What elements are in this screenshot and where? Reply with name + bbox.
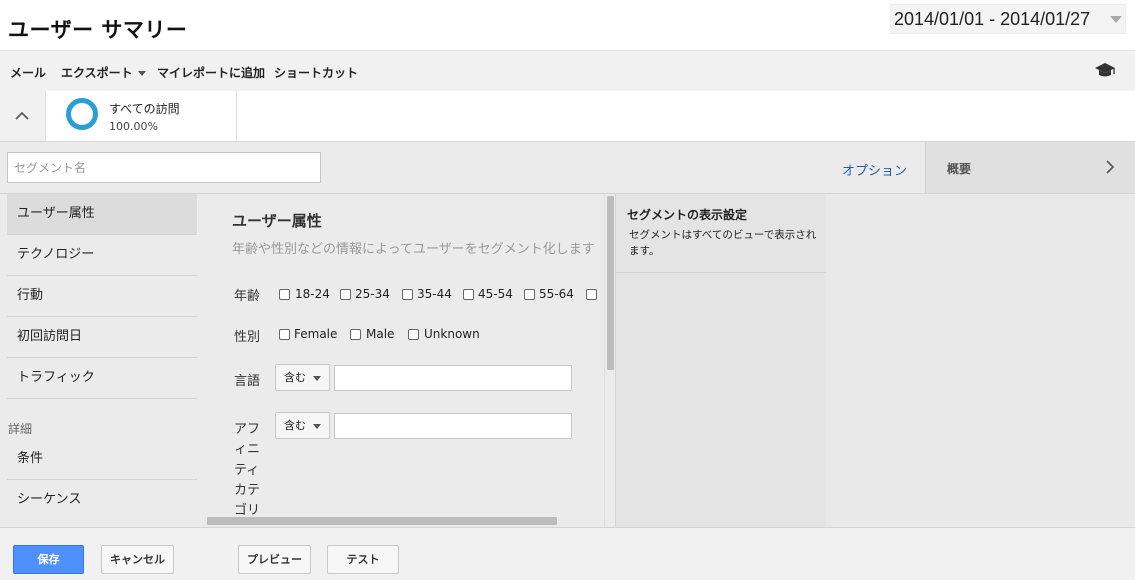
nav-item-behavior[interactable]: 行動 [7, 276, 197, 317]
language-match-select[interactable]: 含む [275, 364, 330, 391]
age-option-label: 55-64 [539, 287, 574, 301]
preview-button[interactable]: プレビュー [238, 545, 311, 574]
segment-donut-icon [66, 98, 98, 130]
affinity-label-line: アフ [234, 422, 261, 437]
horizontal-scrollbar[interactable] [207, 517, 557, 525]
affinity-label-line: ィニ [234, 442, 261, 457]
cancel-button[interactable]: キャンセル [101, 545, 174, 574]
age-label: 年齢 [234, 289, 261, 304]
gender-checkbox-male[interactable] [350, 329, 361, 340]
segment-name-row: オプション 概要 [0, 142, 1135, 194]
age-option-label: 45-54 [478, 287, 513, 301]
date-range-text: 2014/01/01 - 2014/01/27 [894, 9, 1091, 29]
chevron-down-icon [1110, 16, 1122, 23]
nav-item-first-visit-date[interactable]: 初回訪問日 [7, 317, 197, 358]
nav-item-demographics[interactable]: ユーザー属性 [7, 194, 197, 235]
chevron-down-icon [313, 376, 321, 381]
age-checkbox-65-plus[interactable] [586, 289, 597, 300]
graduation-cap-icon[interactable] [1094, 61, 1116, 79]
gender-checkbox-unknown[interactable] [408, 329, 419, 340]
shortcut-button[interactable]: ショートカット [274, 64, 358, 81]
nav-section-advanced: 詳細 [8, 422, 33, 436]
add-to-dashboard-button[interactable]: マイレポートに追加 [157, 64, 265, 81]
age-checkbox-35-44[interactable] [402, 289, 413, 300]
age-checkbox-45-54[interactable] [463, 289, 474, 300]
chevron-up-icon [15, 111, 29, 120]
test-button[interactable]: テスト [327, 545, 399, 574]
age-option-label: 18-24 [295, 287, 330, 301]
demographics-form: ユーザー属性 年齢や性別などの情報によってユーザーをセグメント化します 年齢 1… [207, 194, 604, 527]
vertical-scrollbar[interactable] [604, 194, 615, 527]
vertical-scrollbar-thumb[interactable] [607, 196, 614, 370]
date-range-picker[interactable]: 2014/01/01 - 2014/01/27 [890, 4, 1126, 34]
affinity-label-line: ゴリ [234, 503, 261, 518]
age-checkbox-25-34[interactable] [340, 289, 351, 300]
visibility-text: セグメントはすべてのビューで表示されます。 [629, 229, 817, 257]
age-option-label: 35-44 [417, 287, 452, 301]
collapse-segments-button[interactable] [0, 91, 46, 141]
visibility-title: セグメントの表示設定 [627, 208, 748, 222]
export-menu[interactable]: エクスポート [61, 64, 146, 81]
mail-button[interactable]: メール [10, 64, 46, 81]
summary-toggle[interactable]: 概要 [925, 142, 1135, 193]
segment-percent: 100.00% [109, 120, 158, 133]
report-toolbar: メール エクスポート マイレポートに追加 ショートカット [0, 50, 1135, 91]
page-title: ユーザー サマリー [8, 18, 188, 42]
gender-option-label: Female [294, 327, 338, 341]
affinity-category-input[interactable] [334, 413, 572, 439]
gender-label: 性別 [234, 330, 261, 345]
export-label: エクスポート [61, 66, 133, 80]
chevron-right-icon [1106, 160, 1115, 174]
gender-checkbox-female[interactable] [279, 329, 290, 340]
language-label: 言語 [234, 374, 261, 389]
gender-option-label: Unknown [424, 327, 480, 341]
affinity-match-select[interactable]: 含む [275, 412, 330, 439]
segment-name: すべての訪問 [109, 102, 180, 116]
chevron-down-icon [137, 71, 146, 76]
segment-visibility-panel: セグメントの表示設定 セグメントはすべてのビューで表示されます。 [615, 194, 827, 527]
report-header: ユーザー サマリー 2014/01/01 - 2014/01/27 [0, 0, 1135, 50]
segment-category-nav: ユーザー属性 テクノロジー 行動 初回訪問日 トラフィック 詳細 条件 シーケン… [0, 194, 207, 527]
segment-editor-page: ユーザー サマリー 2014/01/01 - 2014/01/27 メール エク… [0, 0, 1135, 580]
affinity-match-value: 含む [284, 419, 306, 432]
nav-item-traffic[interactable]: トラフィック [7, 358, 197, 399]
nav-item-technology[interactable]: テクノロジー [7, 235, 197, 276]
summary-panel-body [826, 194, 1135, 527]
segment-name-input[interactable] [7, 152, 321, 183]
action-bar: 保存 キャンセル プレビュー テスト [0, 527, 1135, 580]
summary-label: 概要 [947, 162, 972, 176]
affinity-label-line: カテ [234, 483, 261, 498]
age-checkbox-55-64[interactable] [524, 289, 535, 300]
options-link[interactable]: オプション [842, 160, 907, 179]
chevron-down-icon [313, 424, 321, 429]
segment-strip: すべての訪問 100.00% [0, 91, 1135, 142]
form-title: ユーザー属性 [232, 212, 322, 230]
language-input[interactable] [334, 365, 572, 391]
age-option-label: 25-34 [355, 287, 390, 301]
age-checkbox-18-24[interactable] [279, 289, 290, 300]
nav-item-sequences[interactable]: シーケンス [7, 480, 197, 521]
affinity-label-line: ティ [234, 463, 260, 478]
visibility-info: セグメントの表示設定 セグメントはすべてのビューで表示されます。 [616, 194, 827, 273]
language-match-value: 含む [284, 371, 306, 384]
form-description: 年齢や性別などの情報によってユーザーをセグメント化します [232, 242, 595, 257]
segment-card[interactable]: すべての訪問 100.00% [46, 91, 237, 141]
gender-option-label: Male [366, 327, 395, 341]
nav-item-conditions[interactable]: 条件 [7, 439, 197, 480]
save-button[interactable]: 保存 [13, 545, 84, 574]
